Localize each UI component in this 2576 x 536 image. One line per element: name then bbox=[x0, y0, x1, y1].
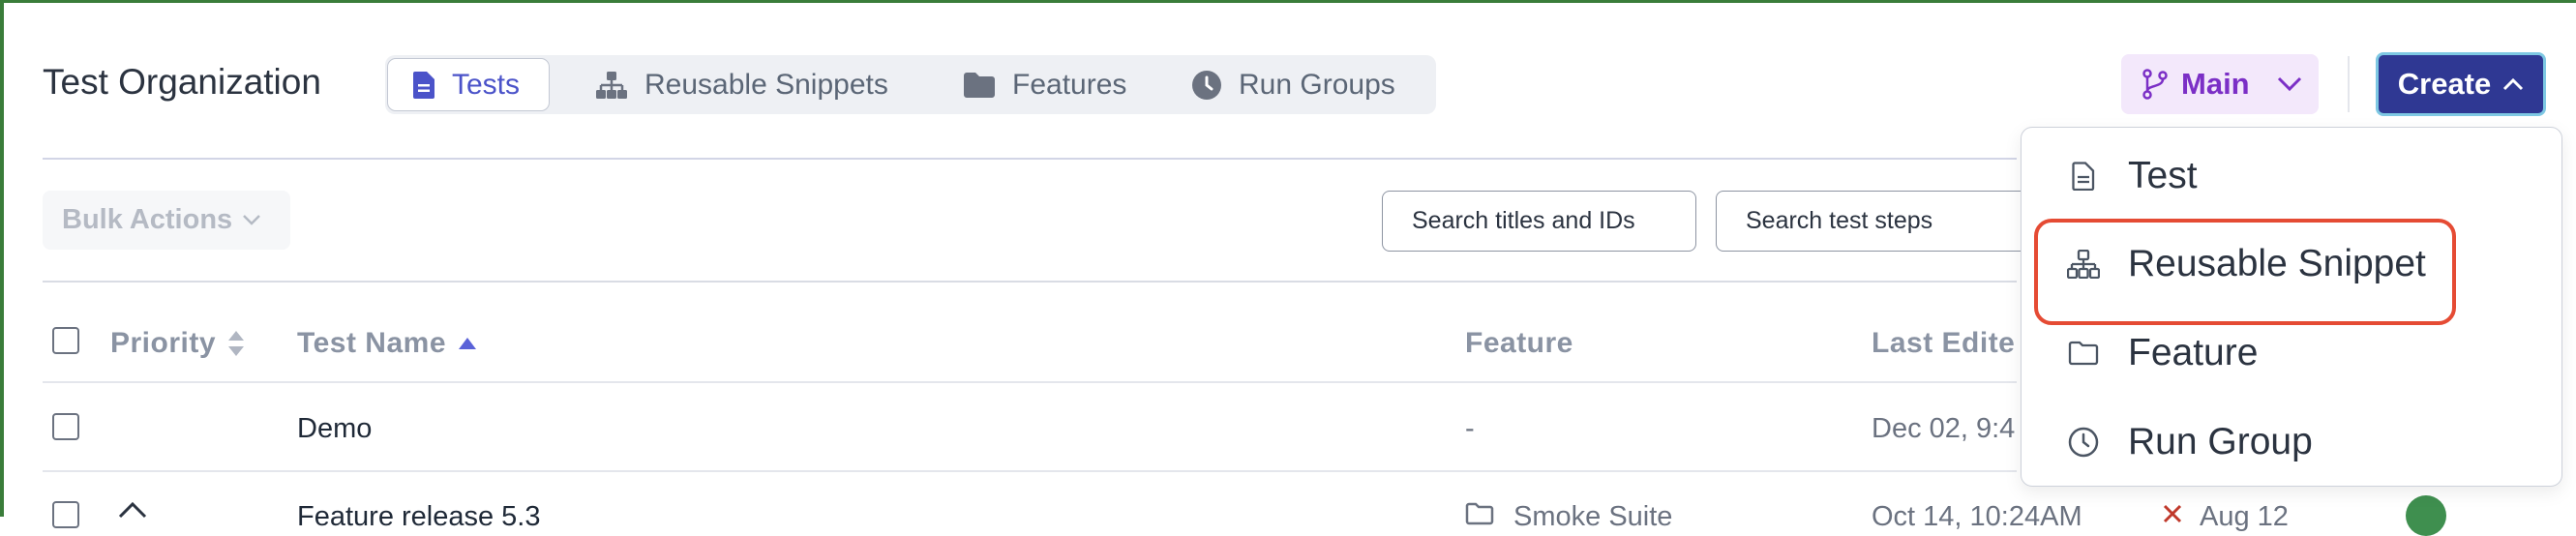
column-label: Priority bbox=[110, 327, 217, 359]
chevron-up-icon bbox=[2503, 77, 2524, 91]
folder-outline-icon bbox=[1465, 502, 1494, 525]
last-edited-cell: Oct 14, 10:24AM bbox=[1872, 501, 2082, 532]
create-menu: Test Reusable Snippet Feature Run Group bbox=[2021, 127, 2562, 487]
create-button[interactable]: Create bbox=[2376, 52, 2546, 116]
document-icon bbox=[413, 71, 434, 99]
tab-tests[interactable]: Tests bbox=[387, 58, 551, 111]
test-name-cell[interactable]: Demo bbox=[297, 413, 372, 445]
tab-label: Features bbox=[1012, 68, 1127, 101]
column-header-feature[interactable]: Feature bbox=[1465, 327, 1573, 360]
feature-cell: - bbox=[1465, 413, 1475, 444]
row-checkbox[interactable] bbox=[52, 501, 79, 528]
feature-cell[interactable]: Smoke Suite bbox=[1513, 501, 1672, 533]
column-header-priority[interactable]: Priority bbox=[110, 327, 245, 360]
tab-label: Reusable Snippets bbox=[644, 68, 888, 101]
header-separator bbox=[43, 158, 2017, 160]
branch-label: Main bbox=[2181, 67, 2250, 101]
create-label: Create bbox=[2397, 67, 2492, 101]
menu-item-label: Run Group bbox=[2128, 421, 2313, 462]
sort-icon bbox=[228, 331, 245, 356]
tab-features[interactable]: Features bbox=[964, 55, 1126, 114]
column-label: Last Edite bbox=[1872, 327, 2016, 359]
menu-item-label: Reusable Snippet bbox=[2128, 243, 2426, 284]
tab-reusable-snippets[interactable]: Reusable Snippets bbox=[596, 55, 888, 114]
priority-high-icon bbox=[118, 501, 147, 519]
page-title: Test Organization bbox=[43, 62, 321, 102]
test-name-cell[interactable]: Feature release 5.3 bbox=[297, 501, 540, 533]
clock-icon bbox=[2068, 427, 2099, 458]
avatar bbox=[2406, 495, 2446, 536]
window-frame-top bbox=[0, 0, 2576, 3]
last-edited-cell: Dec 02, 9:4 bbox=[1872, 413, 2016, 444]
row-separator bbox=[43, 470, 2017, 472]
document-icon bbox=[2072, 162, 2095, 191]
tab-run-groups[interactable]: Run Groups bbox=[1192, 55, 1395, 114]
menu-item-run-group[interactable]: Run Group bbox=[2022, 403, 2561, 481]
bulk-actions-button[interactable]: Bulk Actions bbox=[43, 191, 290, 250]
toolbar-separator bbox=[43, 281, 2017, 283]
last-run-cell: Aug 12 bbox=[2200, 501, 2289, 532]
sort-ascending-icon bbox=[459, 338, 477, 349]
folder-icon bbox=[2068, 341, 2099, 366]
sitemap-icon bbox=[2067, 250, 2100, 279]
column-label: Feature bbox=[1465, 327, 1573, 359]
sitemap-icon bbox=[596, 71, 627, 99]
bulk-actions-label: Bulk Actions bbox=[62, 204, 233, 235]
menu-item-label: Feature bbox=[2128, 332, 2259, 373]
tab-label: Tests bbox=[452, 68, 521, 101]
section-tabs: Tests Reusable Snippets Features Run Gro… bbox=[385, 55, 1436, 114]
search-titles-input[interactable] bbox=[1382, 191, 1696, 252]
column-label: Test Name bbox=[297, 327, 447, 359]
column-header-last-edited[interactable]: Last Edite bbox=[1872, 327, 2015, 360]
chevron-down-icon bbox=[2277, 76, 2301, 92]
table-header-separator bbox=[43, 381, 2017, 383]
menu-item-test[interactable]: Test bbox=[2022, 137, 2561, 215]
select-all-checkbox[interactable] bbox=[52, 327, 79, 354]
search-steps-input[interactable] bbox=[1716, 191, 2035, 252]
column-header-test-name[interactable]: Test Name bbox=[297, 327, 477, 360]
header-divider bbox=[2348, 56, 2350, 112]
menu-item-feature[interactable]: Feature bbox=[2022, 314, 2561, 392]
menu-item-label: Test bbox=[2128, 155, 2198, 196]
clock-icon bbox=[1192, 70, 1221, 100]
chevron-down-icon bbox=[243, 215, 261, 225]
tab-label: Run Groups bbox=[1239, 68, 1395, 101]
fail-x-icon bbox=[2163, 504, 2182, 523]
window-frame-left bbox=[0, 0, 4, 517]
folder-icon bbox=[964, 72, 995, 98]
menu-item-reusable-snippet[interactable]: Reusable Snippet bbox=[2022, 225, 2561, 303]
git-branch-icon bbox=[2142, 69, 2168, 100]
row-checkbox[interactable] bbox=[52, 413, 79, 440]
branch-selector[interactable]: Main bbox=[2121, 54, 2319, 114]
